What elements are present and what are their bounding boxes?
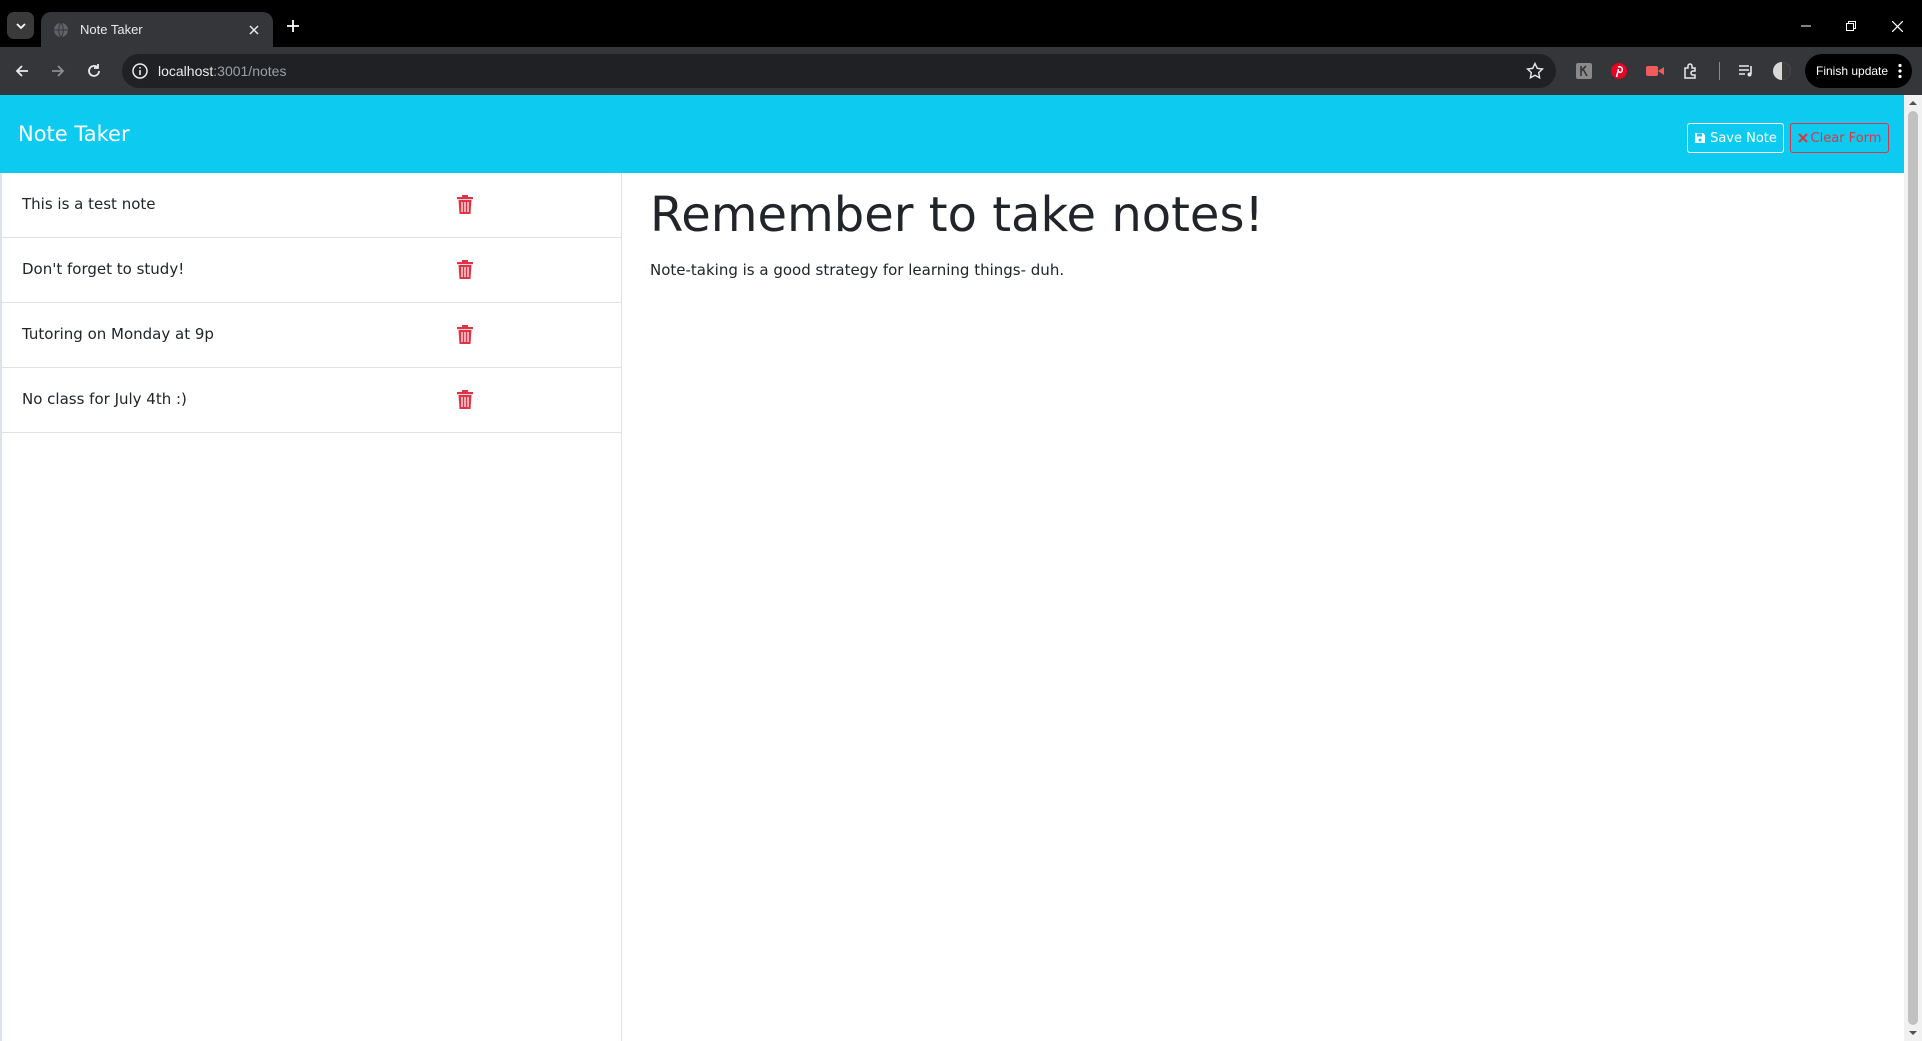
new-tab-button[interactable] bbox=[283, 16, 303, 36]
info-icon[interactable] bbox=[131, 62, 149, 80]
close-icon bbox=[249, 25, 259, 35]
trash-icon[interactable] bbox=[457, 260, 473, 279]
toolbar-separator bbox=[1719, 62, 1720, 80]
list-item[interactable]: Tutoring on Monday at 9p bbox=[2, 303, 621, 368]
tab-title: Note Taker bbox=[80, 22, 143, 37]
app-brand[interactable]: Note Taker bbox=[18, 121, 130, 147]
scroll-down-arrow-icon[interactable] bbox=[1909, 1029, 1917, 1037]
forward-button[interactable] bbox=[46, 59, 70, 83]
reload-icon bbox=[88, 64, 100, 77]
address-bar[interactable]: localhost:3001/notes bbox=[122, 54, 1556, 88]
close-window-button[interactable] bbox=[1887, 16, 1907, 36]
list-item[interactable]: Don't forget to study! bbox=[2, 238, 621, 303]
profile-avatar[interactable] bbox=[1772, 61, 1792, 81]
media-controls-icon[interactable] bbox=[1736, 61, 1756, 81]
close-icon bbox=[1891, 20, 1903, 32]
arrow-right-icon bbox=[52, 65, 65, 77]
note-title-input[interactable]: Remember to take notes! bbox=[650, 185, 1264, 245]
save-icon bbox=[1695, 133, 1706, 143]
finish-update-label: Finish update bbox=[1816, 64, 1889, 78]
clear-form-label: Clear Form bbox=[1810, 130, 1882, 146]
note-title[interactable]: Tutoring on Monday at 9p bbox=[22, 324, 214, 344]
note-title[interactable]: Don't forget to study! bbox=[22, 259, 184, 279]
globe-icon bbox=[54, 22, 68, 38]
arrow-left-icon bbox=[15, 65, 28, 77]
note-editor: Remember to take notes! Note-taking is a… bbox=[623, 173, 1904, 1041]
note-title[interactable]: No class for July 4th :) bbox=[22, 389, 187, 409]
url-host: localhost bbox=[158, 63, 214, 79]
app-navbar: Note Taker Save Note Clear Form bbox=[0, 95, 1904, 173]
restore-icon bbox=[1846, 21, 1856, 31]
list-item[interactable]: No class for July 4th :) bbox=[2, 368, 621, 433]
browser-tabstrip: Note Taker bbox=[0, 0, 1922, 47]
notes-list: This is a test note Don't forget to stud… bbox=[0, 173, 622, 1041]
trash-icon[interactable] bbox=[457, 325, 473, 344]
extension-k-icon[interactable] bbox=[1574, 61, 1594, 81]
scrollbar-thumb[interactable] bbox=[1908, 111, 1918, 1025]
pinterest-icon[interactable] bbox=[1609, 61, 1629, 81]
clear-form-button[interactable]: Clear Form bbox=[1790, 123, 1889, 153]
extensions-puzzle-icon[interactable] bbox=[1681, 61, 1701, 81]
note-title[interactable]: This is a test note bbox=[22, 194, 156, 214]
url-path: :3001/notes bbox=[213, 63, 287, 79]
scroll-up-arrow-icon[interactable] bbox=[1909, 99, 1917, 107]
plus-icon bbox=[287, 20, 299, 32]
more-vert-icon bbox=[1898, 63, 1902, 79]
minimize-button[interactable] bbox=[1796, 16, 1816, 36]
page-viewport: Note Taker Save Note Clear Form This is … bbox=[0, 95, 1922, 1041]
restore-button[interactable] bbox=[1841, 16, 1861, 36]
finish-update-button[interactable]: Finish update bbox=[1805, 54, 1912, 88]
save-note-button[interactable]: Save Note bbox=[1687, 123, 1784, 153]
chevron-down-icon bbox=[15, 22, 26, 29]
browser-toolbar: localhost:3001/notes Finish update bbox=[0, 47, 1922, 95]
browser-tab[interactable]: Note Taker bbox=[41, 12, 273, 47]
trash-icon[interactable] bbox=[457, 195, 473, 214]
url-text[interactable]: localhost:3001/notes bbox=[158, 62, 286, 80]
page-scrollbar[interactable] bbox=[1904, 95, 1922, 1041]
note-text-area[interactable]: Note-taking is a good strategy for learn… bbox=[650, 260, 1064, 280]
back-button[interactable] bbox=[10, 59, 34, 83]
bookmark-star-icon[interactable] bbox=[1526, 62, 1544, 80]
list-item[interactable]: This is a test note bbox=[2, 173, 621, 238]
reload-button[interactable] bbox=[82, 59, 106, 83]
trash-icon[interactable] bbox=[457, 390, 473, 409]
minimize-icon bbox=[1801, 25, 1811, 27]
video-recorder-icon[interactable] bbox=[1645, 61, 1665, 81]
tab-close-button[interactable] bbox=[245, 21, 263, 39]
tab-search-button[interactable] bbox=[7, 12, 34, 39]
save-note-label: Save Note bbox=[1710, 130, 1777, 146]
x-icon bbox=[1797, 133, 1808, 143]
